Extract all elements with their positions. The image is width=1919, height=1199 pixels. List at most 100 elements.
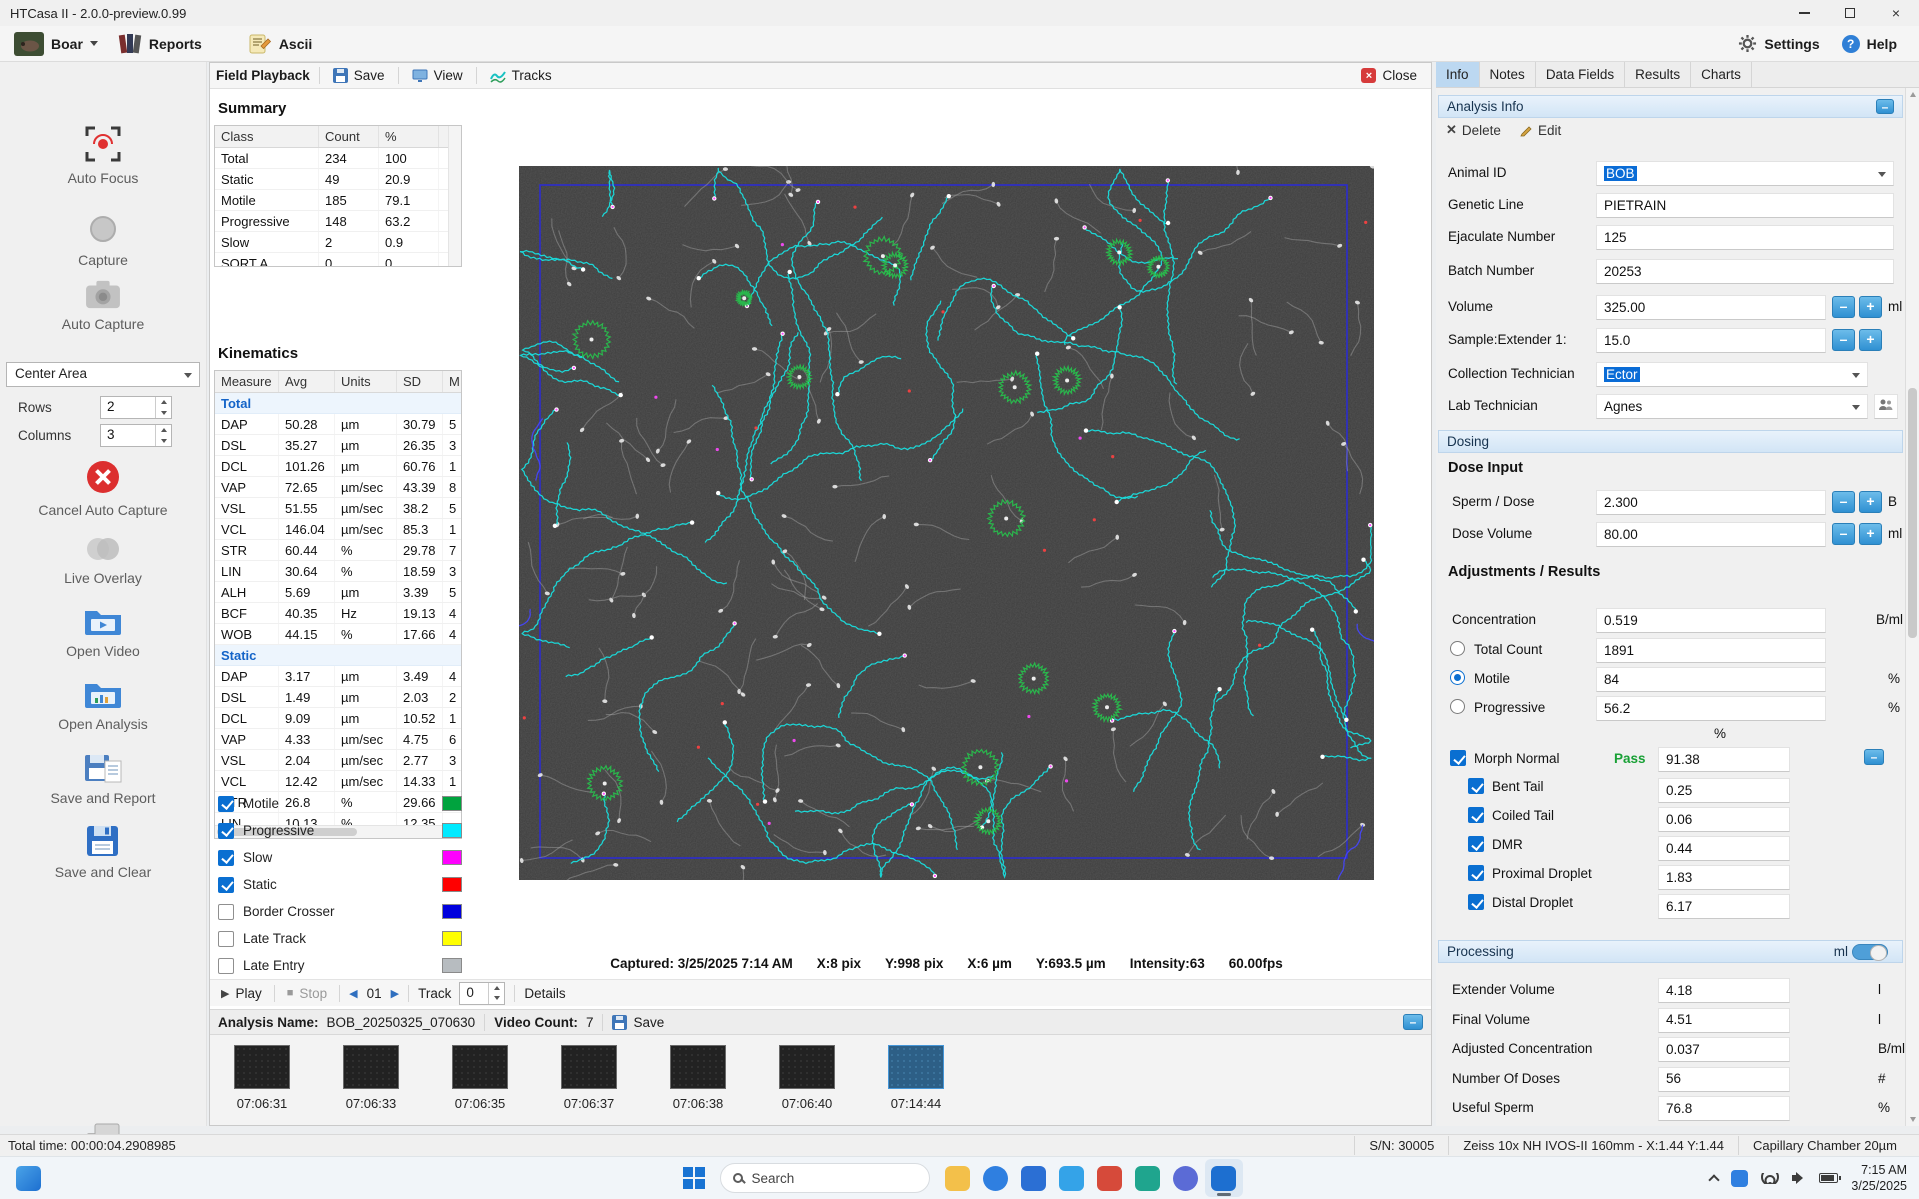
sperm-per-dose-field[interactable]: 2.300 — [1596, 490, 1826, 515]
morph-row-field[interactable]: 1.83 — [1658, 865, 1790, 890]
table-row[interactable]: VAP 4.33 µm/sec 4.75 6 — [215, 729, 461, 750]
reports-menu-button[interactable]: Reports — [108, 28, 212, 60]
progressive-radio[interactable] — [1450, 699, 1465, 714]
auto-focus-button[interactable]: Auto Focus — [0, 124, 206, 186]
table-row[interactable]: Motile 185 79.1 — [215, 190, 461, 211]
morph-row-checkbox[interactable] — [1468, 894, 1484, 910]
morph-row-field[interactable]: 6.17 — [1658, 894, 1790, 919]
table-row[interactable]: VAP 72.65 µm/sec 43.39 8 — [215, 477, 461, 498]
table-row[interactable]: Static 49 20.9 — [215, 169, 461, 190]
collection-technician-combobox[interactable]: Ector — [1596, 362, 1868, 387]
save-and-report-button[interactable]: Save and Report — [0, 752, 206, 806]
table-row[interactable]: Progressive 148 63.2 — [215, 211, 461, 232]
thumbnail-image[interactable] — [452, 1045, 508, 1089]
spin-down-icon[interactable] — [161, 439, 167, 443]
total-count-radio[interactable] — [1450, 641, 1465, 656]
table-row[interactable]: DAP 50.28 µm 30.79 5 — [215, 414, 461, 435]
unit-toggle-switch[interactable] — [1852, 944, 1888, 960]
video-thumbnail[interactable]: 07:06:33 — [343, 1045, 399, 1111]
widgets-icon[interactable] — [16, 1166, 41, 1191]
spin-down-icon[interactable] — [161, 411, 167, 415]
extender-decrement-button[interactable]: – — [1832, 329, 1855, 351]
legend-checkbox[interactable] — [218, 796, 234, 812]
sperm-dose-decrement-button[interactable]: – — [1832, 491, 1855, 513]
morph-row-checkbox[interactable] — [1468, 778, 1484, 794]
save-button[interactable]: Save — [329, 68, 389, 83]
panel-tab[interactable]: Info — [1436, 62, 1480, 87]
table-row[interactable]: VCL 146.04 µm/sec 85.3 1 — [215, 519, 461, 540]
video-thumbnail[interactable]: 07:06:40 — [779, 1045, 835, 1111]
table-row[interactable]: Slow 2 0.9 — [215, 232, 461, 253]
tray-chevron-icon[interactable] — [1709, 1174, 1720, 1185]
edit-button[interactable]: Edit — [1519, 123, 1561, 138]
morph-row-checkbox[interactable] — [1468, 807, 1484, 823]
spin-up-icon[interactable] — [161, 400, 167, 404]
live-overlay-button[interactable]: Live Overlay — [0, 534, 206, 586]
taskbar-clock[interactable]: 7:15 AM 3/25/2025 — [1851, 1162, 1907, 1195]
ejaculate-number-field[interactable]: 125 — [1596, 225, 1894, 250]
table-row[interactable]: WOB 44.15 % 17.66 4 — [215, 624, 461, 645]
table-row[interactable]: DCL 101.26 µm 60.76 1 — [215, 456, 461, 477]
motile-field[interactable]: 84 — [1596, 667, 1826, 692]
legend-checkbox[interactable] — [218, 958, 234, 974]
total-count-field[interactable]: 1891 — [1596, 638, 1826, 663]
dose-volume-increment-button[interactable]: + — [1859, 523, 1882, 545]
dose-volume-field[interactable]: 80.00 — [1596, 522, 1826, 547]
legend-checkbox[interactable] — [218, 931, 234, 947]
app-indigo[interactable] — [1167, 1159, 1205, 1197]
morph-row-field[interactable]: 0.06 — [1658, 807, 1790, 832]
table-row[interactable]: STR 60.44 % 29.78 7 — [215, 540, 461, 561]
open-analysis-button[interactable]: Save and Report Open Analysis — [0, 678, 206, 732]
track-spinner[interactable]: 0 — [459, 982, 505, 1005]
processing-row-field[interactable]: 0.037 — [1658, 1037, 1790, 1062]
app-blue[interactable] — [1015, 1159, 1053, 1197]
cancel-auto-capture-button[interactable]: Cancel Auto Capture — [0, 458, 206, 518]
auto-capture-button[interactable]: Auto Capture — [0, 278, 206, 332]
table-row[interactable]: LIN 30.64 % 18.59 3 — [215, 561, 461, 582]
thumbnail-image[interactable] — [888, 1045, 944, 1089]
progressive-field[interactable]: 56.2 — [1596, 696, 1826, 721]
open-video-button[interactable]: Open Video — [0, 605, 206, 659]
legend-checkbox[interactable] — [218, 850, 234, 866]
table-row[interactable]: VSL 51.55 µm/sec 38.2 5 — [215, 498, 461, 519]
delete-button[interactable]: ✕ Delete — [1446, 122, 1501, 138]
save-videos-button[interactable]: Save — [633, 1015, 664, 1030]
video-thumbnail[interactable]: 07:06:38 — [670, 1045, 726, 1111]
lab-technician-combobox[interactable]: Agnes — [1596, 394, 1868, 419]
play-button[interactable]: ▶ Play — [218, 986, 265, 1001]
table-row[interactable]: DSL 35.27 µm 26.35 3 — [215, 435, 461, 456]
ascii-menu-button[interactable]: Ascii — [238, 28, 322, 60]
collapse-strip-button[interactable]: – — [1403, 1014, 1423, 1030]
edge-browser[interactable] — [977, 1159, 1015, 1197]
morph-row-field[interactable]: 0.44 — [1658, 836, 1790, 861]
processing-row-field[interactable]: 4.51 — [1658, 1008, 1790, 1033]
motile-radio[interactable] — [1450, 670, 1465, 685]
thumbnail-image[interactable] — [561, 1045, 617, 1089]
capture-button[interactable]: Capture — [0, 212, 206, 268]
wifi-icon[interactable] — [1761, 1173, 1779, 1184]
spin-up-icon[interactable] — [161, 428, 167, 432]
thumbnail-image[interactable] — [234, 1045, 290, 1089]
legend-checkbox[interactable] — [218, 904, 234, 920]
save-and-clear-button[interactable]: Save and Clear — [0, 824, 206, 880]
genetic-line-field[interactable]: PIETRAIN — [1596, 193, 1894, 218]
legend-checkbox[interactable] — [218, 877, 234, 893]
morph-row-checkbox[interactable] — [1468, 865, 1484, 881]
app-teal[interactable] — [1129, 1159, 1167, 1197]
sperm-dose-increment-button[interactable]: + — [1859, 491, 1882, 513]
capture-area-select[interactable]: Center Area — [6, 362, 200, 387]
stop-button[interactable]: ■ Stop — [284, 986, 330, 1001]
app-red[interactable] — [1091, 1159, 1129, 1197]
boar-menu-button[interactable]: Boar — [4, 28, 108, 60]
processing-row-field[interactable]: 4.18 — [1658, 978, 1790, 1003]
batch-number-field[interactable]: 20253 — [1596, 259, 1894, 284]
thumbnail-image[interactable] — [670, 1045, 726, 1089]
rows-spinner[interactable]: 2 — [100, 396, 172, 419]
details-toggle[interactable]: Details — [524, 986, 565, 1001]
table-row[interactable]: VSL 2.04 µm/sec 2.77 3 — [215, 750, 461, 771]
volume-icon[interactable] — [1792, 1172, 1806, 1184]
microscope-field-view[interactable] — [519, 166, 1374, 880]
help-button[interactable]: ? Help — [1832, 28, 1907, 60]
maximize-button[interactable] — [1827, 0, 1873, 26]
morph-normal-field[interactable]: 91.38 — [1658, 747, 1790, 772]
